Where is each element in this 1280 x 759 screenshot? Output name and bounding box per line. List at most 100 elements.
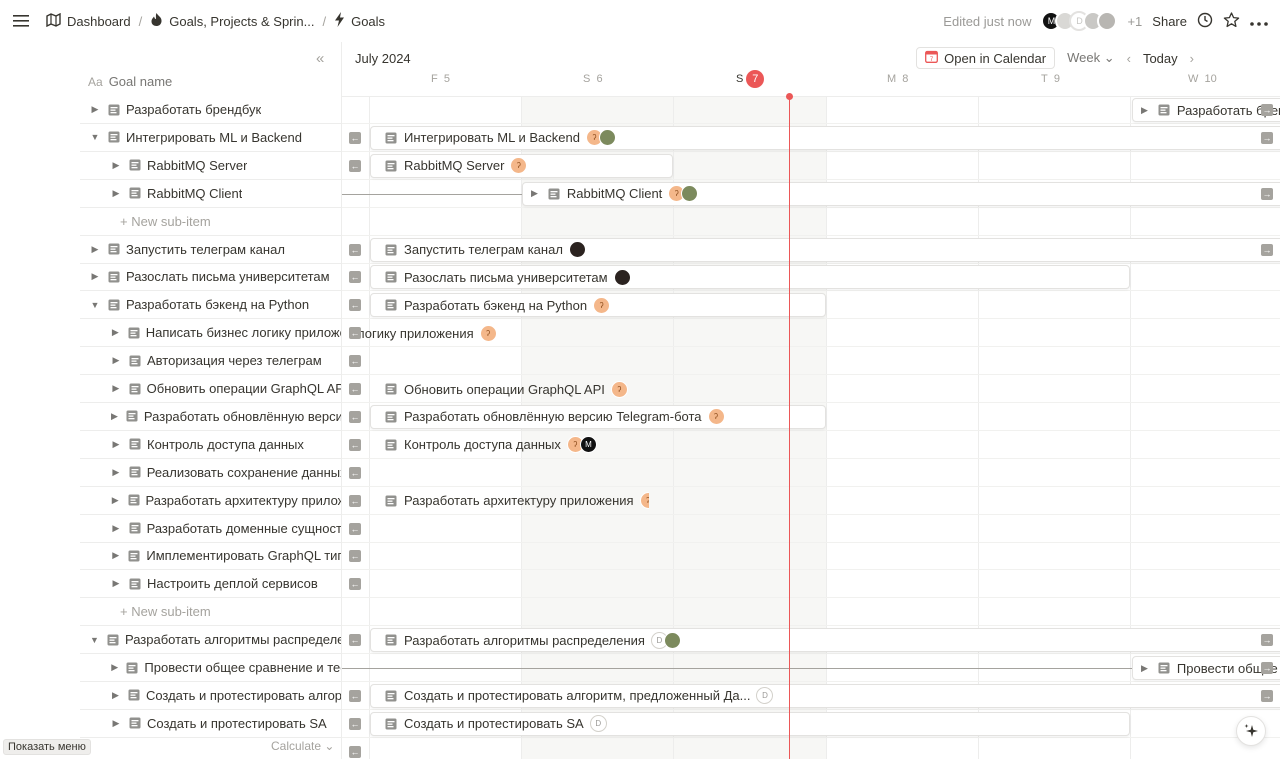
expand-toggle-icon[interactable]: ▶ [90,244,100,255]
goal-row[interactable]: ▶ Контроль доступа данных [80,431,341,459]
expand-toggle-icon[interactable]: ▶ [111,383,121,394]
scroll-to-item-left-icon[interactable]: ← [349,550,361,563]
goal-row[interactable]: ▶ RabbitMQ Client [80,180,341,208]
collapse-toggle-icon[interactable]: ▼ [90,132,100,142]
scroll-to-item-left-icon[interactable]: ← [349,522,361,535]
goal-row[interactable]: ▼ Интегрировать ML и Backend [80,124,341,152]
goal-row[interactable]: ▶ RabbitMQ Server [80,152,341,180]
scroll-to-item-right-icon[interactable]: → [1261,104,1273,116]
expand-toggle-icon[interactable]: ▶ [531,188,538,199]
timeline-bar[interactable]: логику приложения ʔ [342,321,502,345]
scroll-to-item-left-icon[interactable]: ← [349,299,361,312]
goal-row[interactable]: ▶ Разослать письма университетам [80,263,341,292]
timeline-bar[interactable]: Создать и протестировать алгоритм, предл… [370,683,1280,708]
clock-history-icon[interactable] [1197,12,1213,31]
scroll-to-item-right-icon[interactable]: → [1261,689,1273,702]
scroll-to-item-right-icon[interactable]: → [1261,662,1273,674]
goal-row[interactable]: ▶ Провести общее сравнение и тестирование [80,654,341,682]
goal-title[interactable]: Создать и протестировать SA [147,716,327,731]
expand-toggle-icon[interactable]: ▶ [111,578,121,589]
timeline-bar[interactable]: Разработать архитектуру приложения ʔ [370,489,650,513]
scroll-to-item-right-icon[interactable]: → [1261,187,1273,200]
timeline-bar[interactable]: ▶ RabbitMQ Client ʔ [522,181,1280,206]
goal-title[interactable]: Написать бизнес логику приложения [146,325,341,340]
expand-toggle-icon[interactable]: ▶ [111,662,118,673]
scroll-to-item-left-icon[interactable]: ← [349,410,361,423]
goal-title[interactable]: Интегрировать ML и Backend [126,130,302,145]
scroll-to-item-left-icon[interactable]: ← [349,159,361,172]
goal-title[interactable]: Создать и протестировать алгоритм [146,688,341,703]
collaborator-avatars[interactable]: M D [1041,11,1118,31]
collapse-panel-icon[interactable]: « [316,50,324,67]
scroll-to-item-left-icon[interactable]: ← [349,634,361,647]
hamburger-menu-icon[interactable] [10,10,32,32]
goal-title[interactable]: Обновить операции GraphQL API [147,381,341,396]
show-menu-button[interactable]: Показать меню [3,739,91,755]
goal-title[interactable]: Контроль доступа данных [147,437,304,452]
goal-title[interactable]: Разработать доменные сущности [147,521,341,536]
goal-row[interactable]: ▶ Разработать архитектуру приложения [80,487,341,515]
expand-toggle-icon[interactable]: ▶ [1141,105,1148,116]
timeline-bar[interactable]: Обновить операции GraphQL API ʔ [370,377,630,401]
expand-toggle-icon[interactable]: ▶ [111,188,121,199]
timeline-bar[interactable]: Контроль доступа данных ʔ M [370,433,600,457]
goal-row[interactable]: ▶ Создать и протестировать SA [80,710,341,738]
goal-title[interactable]: Авторизация через телеграм [147,353,322,368]
goal-title[interactable]: Разработать архитектуру приложения [146,493,341,508]
scroll-to-item-left-icon[interactable]: ← [349,355,361,368]
scroll-to-item-left-icon[interactable]: ← [349,131,361,144]
scroll-to-item-left-icon[interactable]: ← [349,745,361,758]
goal-title[interactable]: Имплементировать GraphQL типы [146,548,341,563]
timeline-bar[interactable]: Разработать алгоритмы распределения D [370,628,1280,653]
goal-row[interactable]: ▶ Настроить деплой сервисов [80,570,341,599]
expand-toggle-icon[interactable]: ▶ [111,495,120,506]
timeline-bar[interactable]: ▶ Провести общее с [1132,656,1280,680]
more-options-icon[interactable] [1250,14,1268,29]
goal-title[interactable]: Разработать алгоритмы распределения [125,632,341,647]
goal-row[interactable]: ▼ Разработать алгоритмы распределения [80,626,341,655]
goal-row[interactable]: ▶ Разработать доменные сущности [80,515,341,543]
scroll-to-item-left-icon[interactable]: ← [349,494,361,507]
goal-title[interactable]: Реализовать сохранение данных [147,465,341,480]
goal-title[interactable]: Разработать брендбук [126,102,261,117]
next-arrow-icon[interactable]: › [1190,51,1194,66]
scroll-to-item-left-icon[interactable]: ← [349,438,361,451]
goal-title[interactable]: Разослать письма университетам [126,269,330,284]
expand-toggle-icon[interactable]: ▶ [111,690,120,701]
expand-toggle-icon[interactable]: ▶ [1141,663,1148,674]
goal-name-column-header[interactable]: Aa Goal name [88,74,172,89]
goal-row[interactable]: ▶ Разработать брендбук [80,96,341,124]
goal-title[interactable]: RabbitMQ Server [147,158,247,173]
goal-title[interactable]: RabbitMQ Client [147,186,242,201]
timeline-bar[interactable]: Создать и протестировать SA D [370,711,1130,736]
expand-toggle-icon[interactable]: ▶ [111,550,120,561]
goal-row[interactable]: ▶ Имплементировать GraphQL типы [80,542,341,571]
timeline-bar[interactable]: RabbitMQ Server ʔ [370,153,673,178]
scroll-to-item-right-icon[interactable]: → [1261,634,1273,647]
goal-row[interactable]: ▶ Написать бизнес логику приложения [80,319,341,348]
expand-toggle-icon[interactable]: ▶ [111,411,118,422]
previous-arrow-icon[interactable]: ‹ [1127,51,1131,66]
scroll-to-item-left-icon[interactable]: ← [349,466,361,479]
timeline-bar[interactable]: Интегрировать ML и Backend ʔ [370,125,1280,150]
scroll-to-item-left-icon[interactable]: ← [349,271,361,284]
expand-toggle-icon[interactable]: ▶ [111,355,121,366]
expand-toggle-icon[interactable]: ▶ [90,271,100,282]
expand-toggle-icon[interactable]: ▶ [111,327,120,338]
goal-title[interactable]: Разработать обновлённую версию Telegram-… [144,409,341,424]
scroll-to-item-left-icon[interactable]: ← [349,717,361,730]
scroll-to-item-right-icon[interactable]: → [1261,243,1273,256]
new-sub-item-button[interactable]: + New sub-item [80,598,341,627]
expand-toggle-icon[interactable]: ▶ [111,467,121,478]
expand-toggle-icon[interactable]: ▶ [90,104,100,115]
timeline-bar[interactable]: Запустить телеграм канал [370,237,1280,262]
expand-toggle-icon[interactable]: ▶ [111,523,121,534]
collapse-toggle-icon[interactable]: ▼ [90,300,100,310]
goal-row[interactable]: ▶ Реализовать сохранение данных [80,459,341,487]
goal-title[interactable]: Разработать бэкенд на Python [126,297,309,312]
collapse-toggle-icon[interactable]: ▼ [90,635,99,645]
scroll-to-item-left-icon[interactable]: ← [349,327,361,340]
scroll-to-item-left-icon[interactable]: ← [349,383,361,395]
today-button[interactable]: Today [1143,51,1178,66]
goal-row[interactable]: ▼ Разработать бэкенд на Python [80,291,341,320]
